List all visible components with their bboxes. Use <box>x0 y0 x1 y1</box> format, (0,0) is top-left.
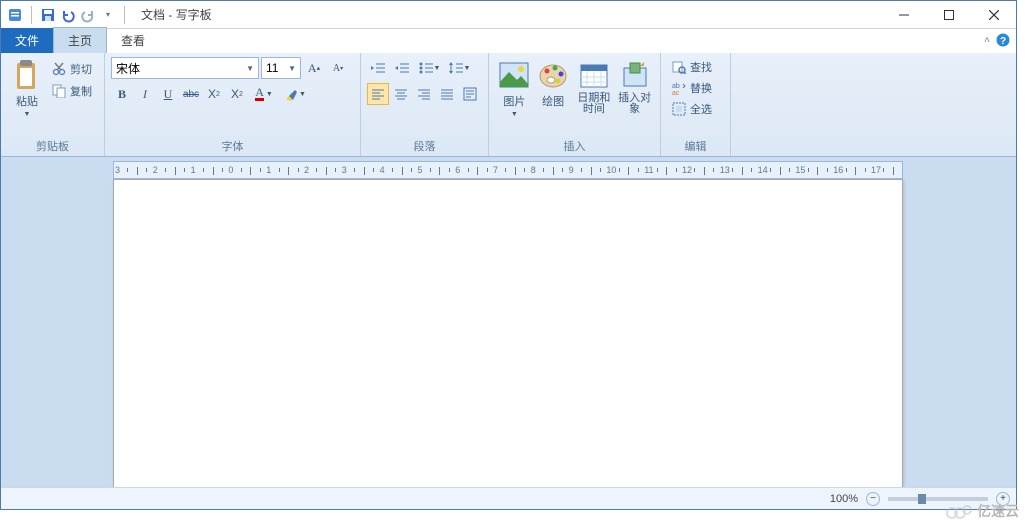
calendar-icon <box>578 59 610 91</box>
title-bar: ▾ 文档 - 写字板 <box>1 1 1016 29</box>
close-button[interactable] <box>971 1 1016 29</box>
copy-button[interactable]: 复制 <box>47 81 96 101</box>
help-icon[interactable]: ? <box>996 33 1010 47</box>
watermark: 亿速云 <box>945 501 1019 521</box>
copy-icon <box>51 83 67 99</box>
subscript-button[interactable]: X2 <box>203 83 225 105</box>
qat-dropdown-icon[interactable]: ▾ <box>100 7 116 23</box>
grow-font-button[interactable]: A▴ <box>303 57 325 79</box>
insert-picture-button[interactable]: 图片 ▼ <box>495 57 534 120</box>
align-right-button[interactable] <box>413 83 435 105</box>
decrease-indent-button[interactable] <box>367 57 389 79</box>
increase-indent-button[interactable] <box>391 57 413 79</box>
group-clipboard-label: 剪贴板 <box>7 138 98 156</box>
object-icon <box>619 59 651 91</box>
quick-access-toolbar: ▾ <box>1 6 135 24</box>
superscript-button[interactable]: X2 <box>226 83 248 105</box>
highlight-button[interactable]: ▼ <box>280 83 310 105</box>
maximize-button[interactable] <box>926 1 971 29</box>
window-title: 文档 - 写字板 <box>135 6 881 23</box>
svg-text:?: ? <box>1000 36 1006 47</box>
cut-button[interactable]: 剪切 <box>47 59 96 79</box>
horizontal-ruler[interactable]: 32101234567891011121314151617 <box>113 161 903 179</box>
paste-icon <box>11 59 43 91</box>
wordpad-window: ▾ 文档 - 写字板 文件 主页 查看 ˄ ? <box>0 0 1017 510</box>
zoom-out-button[interactable]: − <box>866 492 880 506</box>
paragraph-dialog-button[interactable] <box>459 83 481 105</box>
group-editing: 查找 abac 替换 全选 编辑 <box>661 53 731 156</box>
ribbon-tabs: 文件 主页 查看 ˄ ? <box>1 29 1016 53</box>
svg-text:ac: ac <box>672 90 680 95</box>
align-justify-button[interactable] <box>436 83 458 105</box>
tab-file[interactable]: 文件 <box>1 28 53 53</box>
tab-home[interactable]: 主页 <box>53 27 107 53</box>
insert-datetime-button[interactable]: 日期和时间 <box>573 57 616 117</box>
group-insert: 图片 ▼ 绘图 日期和时间 <box>489 53 661 156</box>
find-icon <box>671 59 687 75</box>
align-left-button[interactable] <box>367 83 389 105</box>
undo-icon[interactable] <box>60 7 76 23</box>
save-icon[interactable] <box>40 7 56 23</box>
insert-paint-button[interactable]: 绘图 <box>534 57 573 111</box>
shrink-font-button[interactable]: A▾ <box>327 57 349 79</box>
select-all-icon <box>671 101 687 117</box>
group-insert-label: 插入 <box>495 138 654 156</box>
group-paragraph: ▼ ▼ <box>361 53 489 156</box>
align-center-button[interactable] <box>390 83 412 105</box>
paint-icon <box>537 59 569 91</box>
zoom-level: 100% <box>830 493 858 505</box>
svg-text:ab: ab <box>672 83 680 90</box>
select-all-button[interactable]: 全选 <box>667 99 716 119</box>
redo-icon[interactable] <box>80 7 96 23</box>
scissors-icon <box>51 61 67 77</box>
status-bar: 100% − + <box>1 487 1016 509</box>
group-editing-label: 编辑 <box>667 138 724 156</box>
ribbon: 粘贴 ▼ 剪切 复制 <box>1 53 1016 157</box>
minimize-button[interactable] <box>881 1 926 29</box>
bold-button[interactable]: B <box>111 83 133 105</box>
find-button[interactable]: 查找 <box>667 57 716 77</box>
line-spacing-button[interactable]: ▼ <box>445 57 473 79</box>
group-paragraph-label: 段落 <box>367 138 482 156</box>
strikethrough-button[interactable]: abc <box>180 83 202 105</box>
paste-label: 粘贴 <box>16 93 38 109</box>
document-page[interactable] <box>113 179 903 487</box>
collapse-ribbon-icon[interactable]: ˄ <box>984 35 990 46</box>
bullets-button[interactable]: ▼ <box>415 57 443 79</box>
paste-button[interactable]: 粘贴 ▼ <box>7 57 47 120</box>
tab-view[interactable]: 查看 <box>107 28 159 53</box>
font-family-combo[interactable]: 宋体▼ <box>111 57 259 79</box>
replace-button[interactable]: abac 替换 <box>667 78 716 98</box>
group-font: 宋体▼ 11▼ A▴ A▾ B I U abc X2 X2 A▼ <box>105 53 361 156</box>
replace-icon: abac <box>671 80 687 96</box>
app-icon <box>7 7 23 23</box>
font-color-button[interactable]: A▼ <box>249 83 279 105</box>
font-size-combo[interactable]: 11▼ <box>261 57 301 79</box>
insert-object-button[interactable]: 插入对象 <box>615 57 654 117</box>
zoom-slider[interactable] <box>888 497 988 501</box>
italic-button[interactable]: I <box>134 83 156 105</box>
underline-button[interactable]: U <box>157 83 179 105</box>
workspace[interactable]: 32101234567891011121314151617 <box>1 157 1016 487</box>
group-clipboard: 粘贴 ▼ 剪切 复制 <box>1 53 105 156</box>
group-font-label: 字体 <box>111 138 354 156</box>
picture-icon <box>498 59 530 91</box>
